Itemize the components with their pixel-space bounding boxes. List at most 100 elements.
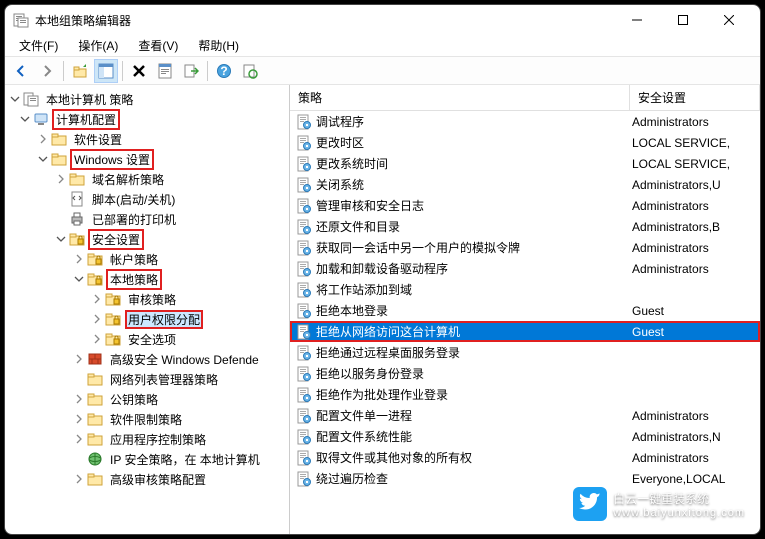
expander-icon[interactable] bbox=[71, 371, 87, 387]
minimize-button[interactable] bbox=[614, 5, 660, 35]
menu-view[interactable]: 查看(V) bbox=[130, 35, 186, 56]
list-row[interactable]: 配置文件系统性能Administrators,N bbox=[290, 426, 760, 447]
tree-node[interactable]: IP 安全策略，在 本地计算机 bbox=[5, 449, 289, 469]
policy-setting: Administrators bbox=[632, 409, 760, 423]
properties-button[interactable] bbox=[153, 59, 177, 83]
list-row[interactable]: 加载和卸载设备驱动程序Administrators bbox=[290, 258, 760, 279]
toolbar-separator bbox=[63, 61, 64, 81]
expander-icon[interactable] bbox=[71, 431, 87, 447]
expander-icon[interactable] bbox=[71, 451, 87, 467]
list-row[interactable]: 获取同一会话中另一个用户的模拟令牌Administrators bbox=[290, 237, 760, 258]
maximize-button[interactable] bbox=[660, 5, 706, 35]
list-row[interactable]: 拒绝作为批处理作业登录 bbox=[290, 384, 760, 405]
list-row[interactable]: 更改时区LOCAL SERVICE, bbox=[290, 132, 760, 153]
expander-icon[interactable] bbox=[89, 331, 105, 347]
policy-name: 还原文件和目录 bbox=[316, 218, 632, 235]
tree-label: 软件限制策略 bbox=[107, 410, 185, 429]
tree-label: 计算机配置 bbox=[53, 110, 119, 129]
lockfolder-icon bbox=[105, 311, 121, 327]
policy-setting: Everyone,LOCAL bbox=[632, 472, 760, 486]
column-setting[interactable]: 安全设置 bbox=[630, 85, 760, 110]
expander-icon[interactable] bbox=[35, 131, 51, 147]
tree-node[interactable]: 本地计算机 策略 bbox=[5, 89, 289, 109]
list-row[interactable]: 将工作站添加到域 bbox=[290, 279, 760, 300]
list-row[interactable]: 拒绝以服务身份登录 bbox=[290, 363, 760, 384]
menu-file[interactable]: 文件(F) bbox=[11, 35, 66, 56]
expander-icon[interactable] bbox=[89, 311, 105, 327]
up-button[interactable] bbox=[68, 59, 92, 83]
expander-icon[interactable] bbox=[53, 231, 69, 247]
list-row[interactable]: 还原文件和目录Administrators,B bbox=[290, 216, 760, 237]
expander-icon[interactable] bbox=[35, 151, 51, 167]
tree-node[interactable]: 网络列表管理器策略 bbox=[5, 369, 289, 389]
expander-icon[interactable] bbox=[71, 391, 87, 407]
refresh-button[interactable] bbox=[238, 59, 262, 83]
tree-node[interactable]: 用户权限分配 bbox=[5, 309, 289, 329]
tree-pane[interactable]: 本地计算机 策略计算机配置软件设置Windows 设置域名解析策略脚本(启动/关… bbox=[5, 85, 290, 534]
policy-name: 取得文件或其他对象的所有权 bbox=[316, 449, 632, 466]
expander-icon[interactable] bbox=[71, 251, 87, 267]
tree-node[interactable]: 审核策略 bbox=[5, 289, 289, 309]
menubar: 文件(F) 操作(A) 查看(V) 帮助(H) bbox=[5, 35, 760, 57]
tree-label: 高级审核策略配置 bbox=[107, 470, 209, 489]
list-row[interactable]: 取得文件或其他对象的所有权Administrators bbox=[290, 447, 760, 468]
tree-label: 用户权限分配 bbox=[125, 310, 203, 329]
svg-text:?: ? bbox=[220, 64, 227, 78]
list-row[interactable]: 拒绝本地登录Guest bbox=[290, 300, 760, 321]
show-tree-button[interactable] bbox=[94, 59, 118, 83]
tree-node[interactable]: 已部署的打印机 bbox=[5, 209, 289, 229]
policy-icon bbox=[296, 156, 312, 172]
list-body[interactable]: 调试程序Administrators更改时区LOCAL SERVICE,更改系统… bbox=[290, 111, 760, 534]
tree-label: IP 安全策略，在 本地计算机 bbox=[107, 450, 263, 469]
expander-icon[interactable] bbox=[53, 211, 69, 227]
tree-node[interactable]: 安全设置 bbox=[5, 229, 289, 249]
expander-icon[interactable] bbox=[53, 191, 69, 207]
help-button[interactable]: ? bbox=[212, 59, 236, 83]
toolbar-separator bbox=[122, 61, 123, 81]
list-row[interactable]: 拒绝从网络访问这台计算机Guest bbox=[290, 321, 760, 342]
expander-icon[interactable] bbox=[71, 411, 87, 427]
policy-setting: Guest bbox=[632, 325, 760, 339]
tree-node[interactable]: Windows 设置 bbox=[5, 149, 289, 169]
expander-icon[interactable] bbox=[7, 91, 23, 107]
list-row[interactable]: 调试程序Administrators bbox=[290, 111, 760, 132]
expander-icon[interactable] bbox=[53, 171, 69, 187]
list-row[interactable]: 拒绝通过远程桌面服务登录 bbox=[290, 342, 760, 363]
menu-help[interactable]: 帮助(H) bbox=[190, 35, 247, 56]
column-policy[interactable]: 策略 bbox=[290, 85, 630, 110]
list-row[interactable]: 配置文件单一进程Administrators bbox=[290, 405, 760, 426]
delete-button[interactable] bbox=[127, 59, 151, 83]
tree-node[interactable]: 脚本(启动/关机) bbox=[5, 189, 289, 209]
tree-node[interactable]: 软件设置 bbox=[5, 129, 289, 149]
tree-node[interactable]: 本地策略 bbox=[5, 269, 289, 289]
tree-node[interactable]: 公钥策略 bbox=[5, 389, 289, 409]
expander-icon[interactable] bbox=[89, 291, 105, 307]
forward-button[interactable] bbox=[35, 59, 59, 83]
policy-name: 配置文件系统性能 bbox=[316, 428, 632, 445]
expander-icon[interactable] bbox=[71, 471, 87, 487]
policy-name: 拒绝本地登录 bbox=[316, 302, 632, 319]
expander-icon[interactable] bbox=[71, 271, 87, 287]
tree-node[interactable]: 高级审核策略配置 bbox=[5, 469, 289, 489]
policy-icon bbox=[296, 114, 312, 130]
expander-icon[interactable] bbox=[17, 111, 33, 127]
tree-node[interactable]: 域名解析策略 bbox=[5, 169, 289, 189]
tree-node[interactable]: 应用程序控制策略 bbox=[5, 429, 289, 449]
list-row[interactable]: 绕过遍历检查Everyone,LOCAL bbox=[290, 468, 760, 489]
policy-icon bbox=[296, 240, 312, 256]
list-row[interactable]: 关闭系统Administrators,U bbox=[290, 174, 760, 195]
toolbar: ? bbox=[5, 57, 760, 85]
expander-icon[interactable] bbox=[71, 351, 87, 367]
tree-node[interactable]: 计算机配置 bbox=[5, 109, 289, 129]
close-button[interactable] bbox=[706, 5, 752, 35]
tree-node[interactable]: 高级安全 Windows Defende bbox=[5, 349, 289, 369]
back-button[interactable] bbox=[9, 59, 33, 83]
menu-action[interactable]: 操作(A) bbox=[70, 35, 126, 56]
list-row[interactable]: 更改系统时间LOCAL SERVICE, bbox=[290, 153, 760, 174]
tree-node[interactable]: 安全选项 bbox=[5, 329, 289, 349]
list-row[interactable]: 管理审核和安全日志Administrators bbox=[290, 195, 760, 216]
tree-node[interactable]: 帐户策略 bbox=[5, 249, 289, 269]
tree-label: 审核策略 bbox=[125, 290, 179, 309]
export-button[interactable] bbox=[179, 59, 203, 83]
tree-node[interactable]: 软件限制策略 bbox=[5, 409, 289, 429]
